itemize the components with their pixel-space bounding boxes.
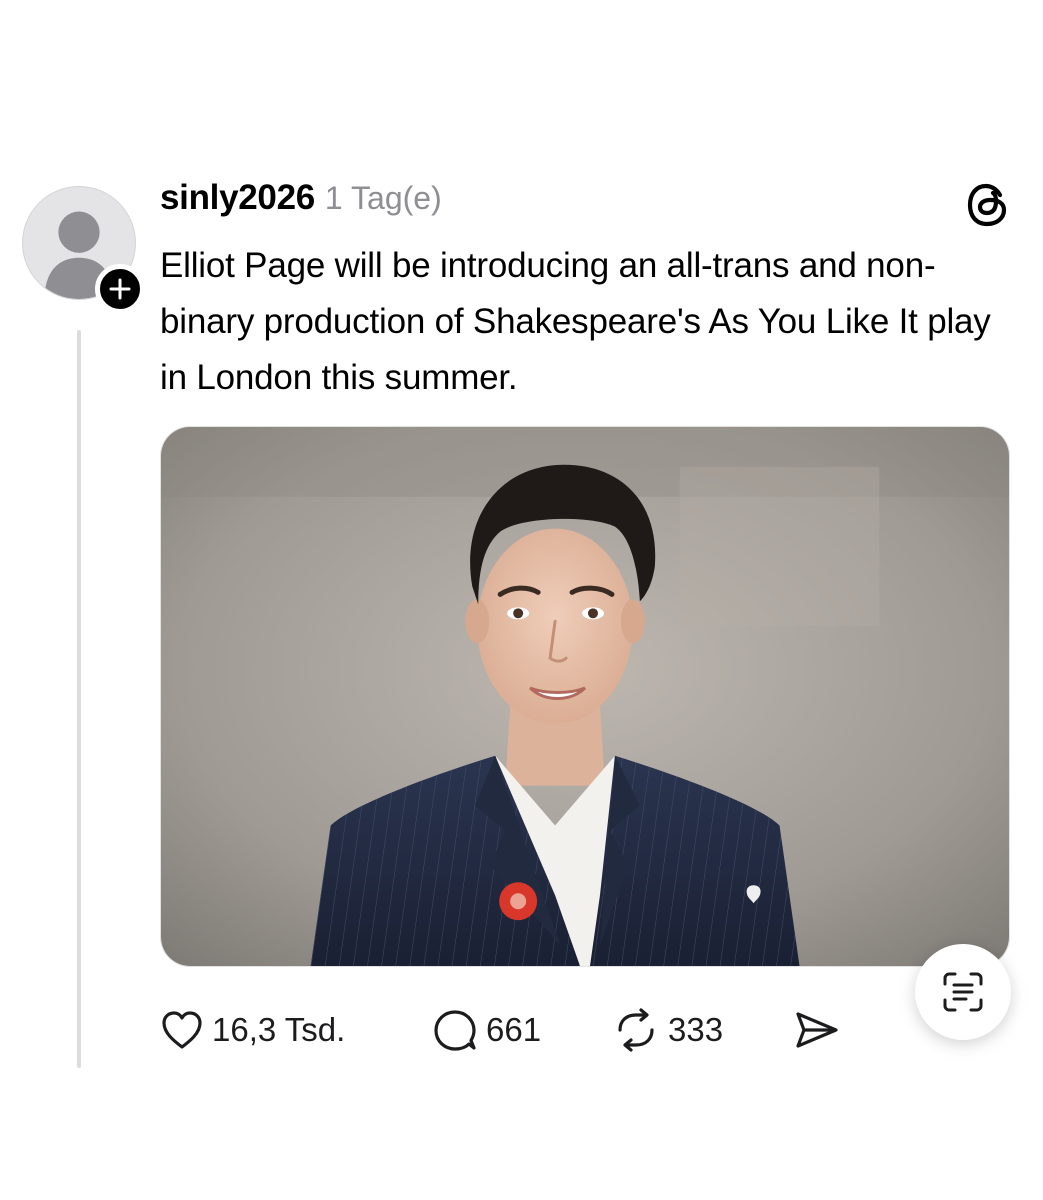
timestamp: 1 Tag(e): [324, 180, 442, 216]
repost-icon: [618, 1008, 654, 1052]
text-scan-icon: [943, 972, 983, 1012]
reply-button[interactable]: 661: [432, 1008, 612, 1052]
threads-logo-icon[interactable]: [966, 183, 1010, 227]
repost-count: 333: [668, 1011, 724, 1048]
post-image[interactable]: [160, 426, 1010, 967]
plus-icon: [109, 278, 131, 300]
text-scan-button[interactable]: [915, 944, 1011, 1040]
action-bar: 16,3 Tsd. 661 333: [160, 1002, 840, 1058]
share-button[interactable]: [794, 1010, 840, 1050]
send-icon: [796, 1012, 838, 1048]
follow-button[interactable]: [95, 264, 145, 314]
portrait-photo: [161, 427, 1009, 966]
heart-icon: [162, 1011, 202, 1049]
like-count: 16,3 Tsd.: [212, 1011, 346, 1048]
speech-bubble-icon: [434, 1010, 476, 1051]
post-text: Elliot Page will be introducing an all-t…: [160, 246, 991, 397]
username[interactable]: sinly2026: [160, 178, 315, 218]
post-header: sinly2026 1 Tag(e): [160, 178, 442, 218]
repost-button[interactable]: 333: [612, 1008, 794, 1052]
thread-line: [77, 330, 81, 1068]
like-button[interactable]: 16,3 Tsd.: [160, 1009, 432, 1051]
reply-count: 661: [486, 1011, 542, 1048]
